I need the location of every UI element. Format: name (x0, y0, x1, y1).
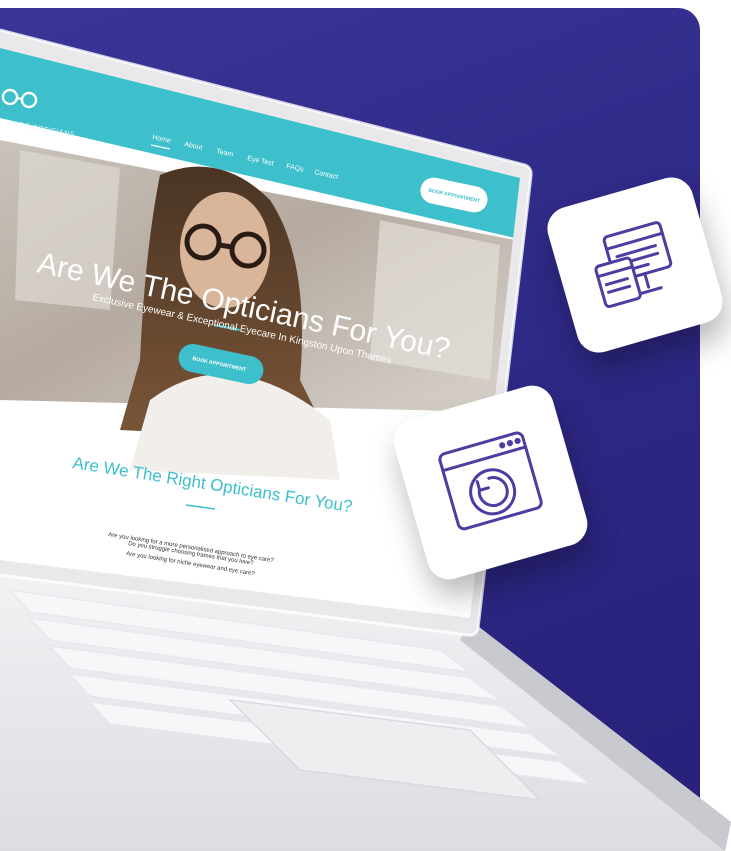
laptop-mockup: CARE OPTICIANS Home About Team Eye Test … (0, 28, 731, 851)
promo-stage: CARE OPTICIANS Home About Team Eye Test … (0, 0, 731, 851)
